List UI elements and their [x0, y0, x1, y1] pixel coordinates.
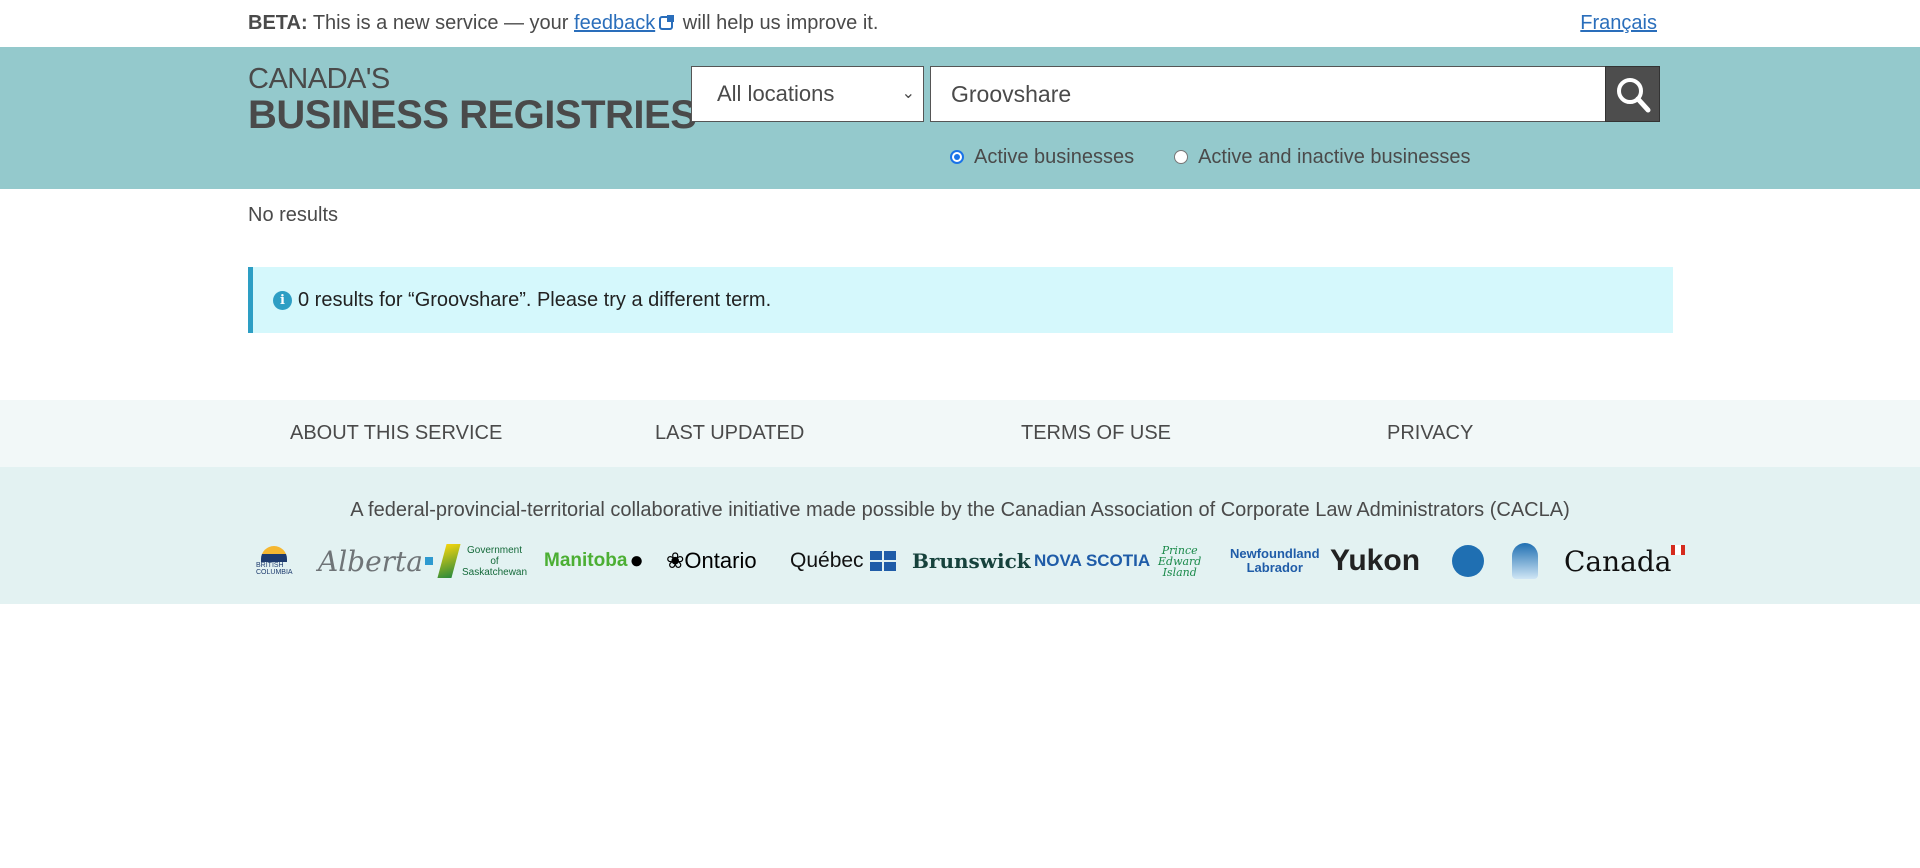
- chevron-down-icon: ⌄: [901, 85, 915, 102]
- search-icon: [1617, 78, 1651, 113]
- beta-label: BETA:: [248, 12, 308, 34]
- logo-ontario: ❀Ontario: [666, 548, 757, 573]
- logo-nova-scotia: NOVA SCOTIA: [1034, 551, 1151, 570]
- logo-british-columbia: BRITISH COLUMBIA: [256, 539, 293, 583]
- logo-quebec: Québec: [790, 539, 896, 583]
- logo-line1: CANADA'S: [248, 63, 390, 95]
- radio-label: Active businesses: [974, 146, 1135, 168]
- logo-canada: Canada: [1564, 539, 1686, 583]
- external-link-icon: [659, 15, 675, 30]
- feedback-link[interactable]: feedback: [574, 12, 655, 34]
- logo-newfoundland: Newfoundland Labrador: [1230, 546, 1320, 575]
- partners-footer: A federal-provincial-territorial collabo…: [0, 467, 1920, 604]
- logo-yukon: Yukon: [1330, 544, 1421, 577]
- info-alert: i 0 results for “Groovshare”. Please try …: [248, 267, 1673, 333]
- radio-button-checked[interactable]: [950, 150, 964, 164]
- site-logo[interactable]: CANADA'S BUSINESS REGISTRIES: [248, 63, 697, 137]
- footer-link-privacy[interactable]: PRIVACY: [1387, 400, 1473, 467]
- header: CANADA'S BUSINESS REGISTRIES All locatio…: [0, 47, 1920, 189]
- language-toggle-link[interactable]: Français: [1580, 0, 1657, 47]
- radio-active-inactive[interactable]: Active and inactive businesses: [1174, 144, 1470, 170]
- radio-active[interactable]: Active businesses: [950, 144, 1134, 170]
- logo-nunavut: [1512, 539, 1538, 583]
- footer-link-last-updated[interactable]: LAST UPDATED: [655, 400, 804, 467]
- logo-pei: Prince Edward Island: [1158, 543, 1202, 579]
- radio-label: Active and inactive businesses: [1198, 146, 1471, 168]
- footer-link-terms[interactable]: TERMS OF USE: [1021, 400, 1171, 467]
- search-input[interactable]: Groovshare: [930, 66, 1606, 122]
- beta-banner: BETA: This is a new service — your feedb…: [248, 0, 1673, 47]
- search-button[interactable]: [1605, 66, 1660, 122]
- logo-saskatchewan: Government of Saskatchewan: [437, 539, 527, 583]
- location-select[interactable]: All locations ⌄: [691, 66, 924, 122]
- logo-line2: BUSINESS REGISTRIES: [248, 93, 697, 137]
- logo-new-brunswick: Brunswick: [912, 549, 1031, 573]
- location-select-value: All locations: [717, 81, 835, 106]
- results-status: No results: [248, 204, 339, 226]
- alert-text: 0 results for “Groovshare”. Please try a…: [298, 288, 772, 311]
- radio-button[interactable]: [1174, 150, 1189, 164]
- beta-text-end: will help us improve it.: [677, 12, 879, 34]
- footer-links: ABOUT THIS SERVICE LAST UPDATED TERMS OF…: [0, 400, 1920, 467]
- logo-manitoba: Manitoba ●: [544, 547, 644, 574]
- initiative-text: A federal-provincial-territorial collabo…: [350, 499, 1570, 521]
- footer-link-about[interactable]: ABOUT THIS SERVICE: [290, 400, 502, 467]
- partner-logos: BRITISH COLUMBIA Alberta Government of Sask…: [252, 539, 1686, 583]
- info-icon: i: [273, 290, 292, 310]
- logo-alberta: Alberta: [318, 539, 433, 583]
- beta-text: This is a new service — your: [307, 12, 575, 34]
- logo-northwest-territories: [1452, 539, 1484, 583]
